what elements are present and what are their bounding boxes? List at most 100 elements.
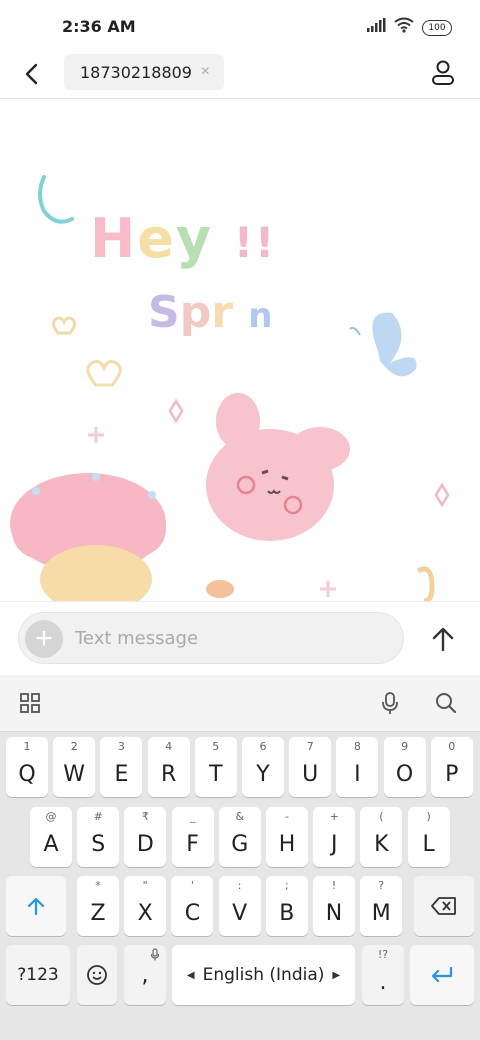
key-label: U — [302, 762, 319, 787]
search-icon[interactable] — [432, 689, 460, 717]
key-hint: 3 — [117, 740, 125, 753]
key-hint: & — [235, 810, 245, 823]
key-label: K — [374, 832, 389, 857]
key-hint: ' — [190, 879, 194, 892]
wifi-icon — [394, 17, 414, 38]
key-label: V — [232, 901, 248, 926]
key-label: L — [422, 832, 435, 857]
key-q[interactable]: 1Q — [6, 737, 48, 797]
key-label: J — [330, 832, 338, 857]
key-w[interactable]: 2W — [53, 737, 96, 797]
enter-key[interactable] — [410, 945, 474, 1005]
contact-button[interactable] — [428, 58, 458, 88]
status-time: 2:36 AM — [62, 17, 136, 36]
shift-key[interactable] — [6, 876, 66, 936]
apps-grid-icon[interactable] — [16, 689, 44, 717]
send-arrow-icon — [432, 627, 454, 652]
key-label: O — [395, 762, 414, 787]
key-e[interactable]: 3E — [100, 737, 143, 797]
key-hint: ? — [378, 879, 385, 892]
key-hint: ( — [379, 810, 384, 823]
backspace-key[interactable] — [414, 876, 474, 936]
key-u[interactable]: 7U — [289, 737, 332, 797]
key-label: B — [279, 901, 295, 926]
key-k[interactable]: (K — [360, 807, 403, 867]
key-hint: " — [142, 879, 148, 892]
key-label: H — [278, 832, 296, 857]
shift-arrow-icon — [27, 897, 45, 916]
key-h[interactable]: -H — [266, 807, 308, 867]
language-right-arrow-icon: ▶ — [332, 969, 341, 981]
symbols-key[interactable]: ?123 — [6, 945, 70, 1005]
key-hint: 5 — [212, 740, 220, 753]
key-m[interactable]: ? M — [360, 876, 403, 936]
space-key[interactable]: ◀ English (India) ▶ — [172, 945, 355, 1005]
key-n[interactable]: ! N — [313, 876, 355, 936]
key-t[interactable]: 5T — [194, 737, 237, 797]
keyboard: 1Q2W3E4R5T6Y7U8I9O0P @ A # S ₹ D _ F & G - H + J(K) L … — [0, 675, 480, 1040]
recipient-number: 18730218809 — [80, 62, 192, 82]
key-label: F — [186, 832, 199, 857]
key-hint: 2 — [70, 740, 78, 753]
key-hint: ; — [284, 879, 289, 892]
key-hint: _ — [189, 810, 196, 823]
microphone-icon[interactable] — [376, 689, 404, 717]
back-button[interactable] — [18, 60, 46, 88]
key-b[interactable]: ; B — [265, 876, 308, 936]
key-g[interactable]: & G — [218, 807, 261, 867]
key-label: Q — [18, 762, 36, 787]
key-hint: 6 — [259, 740, 267, 753]
key-hint: 4 — [165, 740, 173, 753]
key-f[interactable]: _ F — [171, 807, 214, 867]
key-c[interactable]: ' C — [171, 876, 214, 936]
key-z[interactable]: * Z — [77, 876, 119, 936]
symbols-key-label: ?123 — [17, 965, 59, 985]
comma-key[interactable]: , — [124, 945, 166, 1005]
key-r[interactable]: 4R — [147, 737, 190, 797]
key-j[interactable]: + J — [313, 807, 356, 867]
key-x[interactable]: " X — [124, 876, 167, 936]
period-key[interactable]: !? . — [362, 945, 404, 1005]
send-button[interactable] — [428, 624, 458, 654]
message-composer: + — [0, 601, 480, 676]
key-s[interactable]: # S — [77, 807, 120, 867]
key-a[interactable]: @ A — [30, 807, 72, 867]
language-left-arrow-icon: ◀ — [186, 969, 195, 981]
key-hint: 7 — [306, 740, 314, 753]
key-hint: - — [285, 810, 289, 823]
key-v[interactable]: :V — [218, 876, 261, 936]
conversation-area: Hey !! Spr n — [0, 99, 480, 601]
battery-indicator: 100 — [422, 19, 452, 36]
key-label: X — [137, 901, 153, 926]
clear-recipient-icon[interactable]: × — [201, 63, 210, 81]
backspace-icon — [431, 897, 456, 915]
key-y[interactable]: 6Y — [242, 737, 284, 797]
key-p[interactable]: 0P — [430, 737, 473, 797]
recipient-chip[interactable]: 18730218809 × — [64, 54, 224, 90]
key-label: W — [63, 762, 86, 787]
key-l[interactable]: ) L — [407, 807, 450, 867]
key-hint: # — [93, 810, 103, 823]
key-hint: ₹ — [141, 810, 149, 823]
key-hint: * — [95, 879, 101, 892]
signal-icon — [366, 18, 386, 37]
comma-key-label: , — [141, 962, 149, 988]
key-label: G — [231, 832, 249, 857]
key-label: M — [371, 901, 391, 926]
key-hint: 9 — [401, 740, 409, 753]
key-hint: 8 — [353, 740, 361, 753]
key-label: Z — [90, 901, 106, 926]
key-label: P — [445, 762, 459, 787]
emoji-key[interactable] — [77, 945, 117, 1005]
period-key-hint: !? — [377, 948, 389, 961]
key-label: R — [160, 762, 177, 787]
key-i[interactable]: 8I — [336, 737, 379, 797]
key-d[interactable]: ₹ D — [124, 807, 167, 867]
status-bar: 2:36 AM 100 — [0, 0, 480, 50]
key-label: D — [136, 832, 154, 857]
key-label: S — [91, 832, 106, 857]
key-o[interactable]: 9O — [383, 737, 426, 797]
message-input-container[interactable]: + — [18, 612, 404, 664]
message-input[interactable] — [75, 613, 375, 663]
add-attachment-button[interactable]: + — [25, 620, 63, 658]
